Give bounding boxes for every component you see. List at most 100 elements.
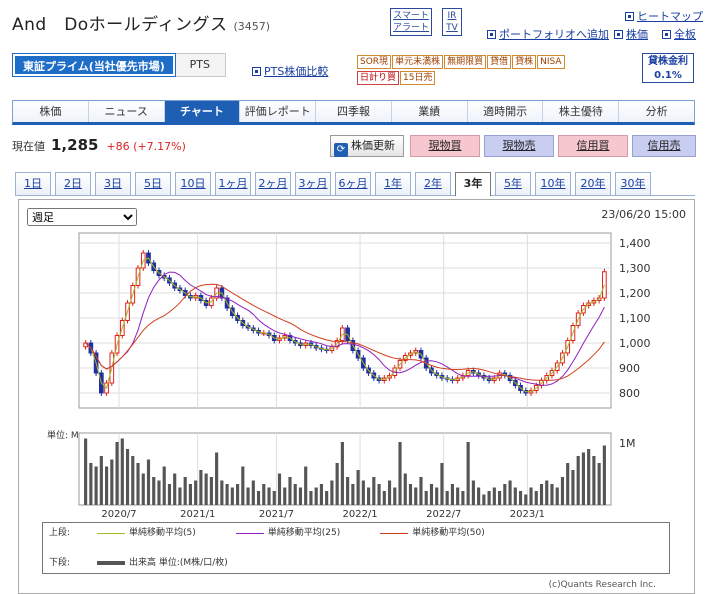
volume-bar (566, 463, 570, 505)
volume-bar (277, 473, 282, 505)
market-tab-pts[interactable]: PTS (175, 54, 225, 76)
period-tab[interactable]: 30年 (615, 172, 651, 195)
volume-bar (382, 491, 386, 505)
period-tab[interactable]: 10日 (175, 172, 211, 195)
period-tab[interactable]: 20年 (575, 172, 611, 195)
volume-swatch (97, 561, 125, 565)
nav-tab-analysis[interactable]: 分析 (619, 101, 694, 122)
legend-ma25: 単純移動平均(25) (222, 526, 340, 540)
volume-legend-label: 出来高 単位:(M株/口/枚) (129, 558, 228, 568)
company-name: And Doホールディングス (12, 15, 228, 35)
volume-bar (539, 484, 544, 505)
period-tab[interactable]: 2年 (415, 172, 451, 195)
badge-lending: 貸借 (487, 55, 512, 69)
nav-tab-performance[interactable]: 業績 (392, 101, 468, 122)
lending-rate-box[interactable]: 貸株金利 0.1% (642, 53, 694, 83)
ma25-label: 単純移動平均(25) (267, 528, 341, 538)
window-icon (487, 30, 496, 39)
cash-sell-button[interactable]: 現物売 (484, 135, 554, 157)
margin-buy-button[interactable]: 信用買 (558, 135, 628, 157)
period-tab[interactable]: 1年 (375, 172, 411, 195)
stock-price-link[interactable]: 株価 (614, 26, 648, 42)
margin-sell-button[interactable]: 信用売 (632, 135, 696, 157)
chart-legend: 上段: 単純移動平均(5) 単純移動平均(25) 単純移動平均(50) 下段: … (42, 522, 670, 574)
stock-code: (3457) (233, 20, 271, 33)
badge-sor: SOR現 (357, 55, 392, 69)
cash-buy-button[interactable]: 現物買 (410, 135, 480, 157)
volume-bar (309, 491, 313, 505)
y-tick-label: 1,300 (619, 262, 651, 275)
period-tab[interactable]: 2日 (55, 172, 91, 195)
volume-bar (267, 487, 271, 505)
period-tab[interactable]: 1日 (15, 172, 51, 195)
period-tab[interactable]: 5日 (135, 172, 171, 195)
volume-bar (314, 487, 318, 505)
candle-body (602, 271, 607, 299)
volume-bar (555, 487, 559, 505)
smart-alert-button[interactable]: スマート アラート (390, 8, 432, 36)
volume-bar (209, 477, 213, 505)
badge-nisa: NISA (537, 55, 565, 69)
volume-bar (602, 445, 606, 505)
smart-alert-line1: スマート (393, 11, 429, 21)
heatmap-link[interactable]: ヒートマップ (625, 8, 703, 24)
price-axis: 800 900 1,000 1,100 1,200 1,300 1,400 1M (619, 237, 651, 450)
volume-bar (146, 459, 151, 505)
heatmap-label: ヒートマップ (637, 10, 703, 23)
full-board-link[interactable]: 全板 (662, 26, 696, 42)
refresh-price-button[interactable]: ⟳ 株価更新 (330, 135, 404, 157)
period-tab[interactable]: 3年 (455, 172, 491, 196)
period-tab[interactable]: 3ヶ月 (295, 172, 331, 195)
period-tab[interactable]: 2ヶ月 (255, 172, 291, 195)
interval-select[interactable]: 日足週足月足 (27, 208, 137, 226)
volume-bar (183, 477, 187, 505)
nav-tab-benefits[interactable]: 株主優待 (543, 101, 620, 122)
nav-tab-disclosure[interactable]: 適時開示 (468, 101, 544, 122)
portfolio-add-link[interactable]: ポートフォリオへ追加 (487, 26, 609, 42)
nav-tab-rating[interactable]: 評価レポート (240, 101, 317, 122)
legend-lower-label: 下段: (49, 558, 71, 568)
legend-ma5: 単純移動平均(5) (83, 526, 196, 540)
nav-tab-chart[interactable]: チャート (164, 101, 241, 122)
volume-bar (199, 470, 203, 505)
y-tick-label: 800 (619, 387, 640, 400)
nav-tab-price[interactable]: 株価 (13, 101, 89, 122)
period-tab[interactable]: 10年 (535, 172, 571, 195)
period-tab[interactable]: 1ヶ月 (215, 172, 251, 195)
period-tab[interactable]: 6ヶ月 (335, 172, 371, 195)
volume-bar (136, 463, 140, 505)
ir-label: IR (447, 11, 457, 21)
volume-bar (466, 442, 470, 505)
volume-bar (141, 473, 145, 505)
chart-timestamp: 23/06/20 15:00 (601, 208, 686, 221)
pts-compare-link[interactable]: PTS株価比較 (252, 63, 328, 79)
volume-bar (283, 487, 287, 505)
volume-bar (477, 487, 481, 505)
volume-bar (498, 491, 502, 505)
nav-tab-shikiho[interactable]: 四季報 (316, 101, 392, 122)
nav-tab-news[interactable]: ニュース (89, 101, 165, 122)
price-pane-border (78, 232, 612, 409)
y-tick-label: 1,400 (619, 237, 651, 250)
price-row: 現在値 1,285 +86 (+7.17%) (12, 136, 186, 154)
volume-bar (487, 491, 491, 505)
market-tab-tse-prime[interactable]: 東証プライム(当社優先市場) (12, 53, 176, 77)
company-title: And Doホールディングス (3457) (12, 10, 270, 35)
volume-bar (534, 491, 538, 505)
period-tab[interactable]: 3日 (95, 172, 131, 195)
period-tab[interactable]: 5年 (495, 172, 531, 195)
volume-bar (188, 484, 192, 505)
window-icon (625, 12, 634, 21)
current-price: 1,285 (51, 136, 99, 154)
ma50-swatch (380, 532, 409, 534)
volume-bar (246, 487, 250, 505)
volume-bar (230, 487, 234, 505)
volume-bar (550, 484, 554, 505)
volume-bar (440, 463, 444, 505)
volume-bar (398, 442, 402, 505)
stock-price-label: 株価 (626, 28, 648, 41)
volume-bar (545, 480, 549, 505)
market-tabs: 東証プライム(当社優先市場) PTS (12, 53, 226, 77)
ir-tv-button[interactable]: IR TV (442, 8, 462, 36)
volume-bar (592, 456, 596, 505)
